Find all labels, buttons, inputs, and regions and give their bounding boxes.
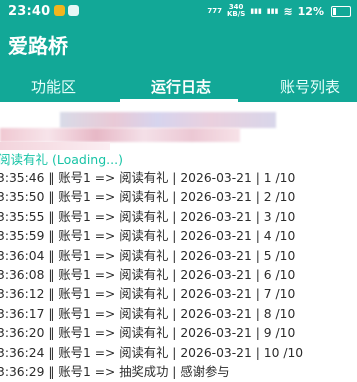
- app-title: 爱路桥: [8, 34, 68, 58]
- log-line: 3:36:17 ‖ 账号1 => 阅读有礼 | 2026-03-21 | 8 /…: [0, 306, 296, 321]
- tab-account-list[interactable]: 账号列表: [280, 76, 340, 97]
- redacted-block: [60, 112, 276, 128]
- log-line: 3:36:24 ‖ 账号1 => 阅读有礼 | 2026-03-21 | 10 …: [0, 345, 304, 360]
- log-line: 3:35:46 ‖ 账号1 => 阅读有礼 | 2026-03-21 | 1 /…: [0, 171, 296, 185]
- log-panel[interactable]: 阅读有礼 (Loading...) 3:35:46 ‖ 账号1 => 阅读有礼 …: [0, 102, 357, 381]
- tab-bar: 功能区 运行日志 账号列表: [0, 70, 357, 102]
- status-right: 𝟳𝟳𝟳 340 KB/S ▮▮▮ ▮▮▮ ≋ 12%: [207, 4, 351, 18]
- tab-run-log[interactable]: 运行日志: [151, 76, 211, 97]
- status-time: 23:40: [8, 4, 51, 19]
- signal-icon-2: ▮▮▮: [266, 7, 279, 15]
- vibrate-icon: 𝟳𝟳𝟳: [207, 7, 222, 15]
- log-list: 3:35:46 ‖ 账号1 => 阅读有礼 | 2026-03-21 | 1 /…: [0, 169, 357, 382]
- redacted-block: [0, 128, 240, 142]
- network-speed: 340 KB/S: [227, 4, 245, 18]
- log-line: 3:36:12 ‖ 账号1 => 阅读有礼 | 2026-03-21 | 7 /…: [0, 287, 296, 302]
- log-line: 3:36:08 ‖ 账号1 => 阅读有礼 | 2026-03-21 | 6 /…: [0, 267, 296, 282]
- app-bar: 爱路桥: [0, 24, 357, 70]
- network-speed-unit: KB/S: [226, 10, 246, 18]
- log-line: 3:35:59 ‖ 账号1 => 阅读有礼 | 2026-03-21 | 4 /…: [0, 229, 296, 244]
- message-icon: [68, 5, 79, 16]
- log-line: 3:36:04 ‖ 账号1 => 阅读有礼 | 2026-03-21 | 5 /…: [0, 248, 296, 263]
- signal-icon: ▮▮▮: [250, 7, 262, 15]
- log-line: 3:35:55 ‖ 账号1 => 阅读有礼 | 2026-03-21 | 3 /…: [0, 209, 296, 224]
- wifi-icon: ≋: [283, 4, 293, 18]
- loading-line: 阅读有礼 (Loading...): [0, 152, 123, 167]
- log-line: 3:35:50 ‖ 账号1 => 阅读有礼 | 2026-03-21 | 2 /…: [0, 190, 296, 205]
- battery-percent: 12%: [297, 4, 324, 18]
- log-line: 3:36:29 ‖ 账号1 => 抽奖成功 | 感谢参与: [0, 364, 230, 379]
- notification-icon: [54, 5, 65, 16]
- log-line: 3:36:20 ‖ 账号1 => 阅读有礼 | 2026-03-21 | 9 /…: [0, 326, 296, 341]
- status-bar: 23:40 𝟳𝟳𝟳 340 KB/S ▮▮▮ ▮▮▮ ≋ 12%: [0, 0, 357, 24]
- battery-icon: [331, 5, 351, 17]
- tab-functions[interactable]: 功能区: [31, 76, 76, 97]
